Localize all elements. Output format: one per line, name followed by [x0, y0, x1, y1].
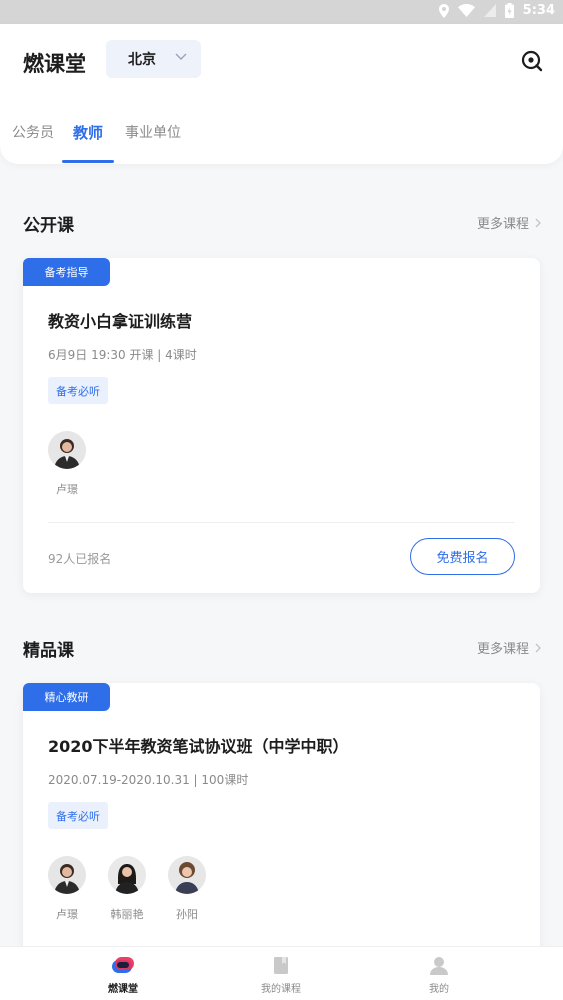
teacher-name: 韩丽艳: [110, 908, 144, 921]
wifi-icon: [457, 4, 475, 17]
teacher-name: 孙阳: [176, 908, 198, 921]
nav-label: 燃课堂: [108, 984, 138, 995]
course-badge: 精心教研: [23, 683, 110, 711]
divider: [48, 522, 515, 523]
more-courses-label: 更多课程: [476, 217, 529, 232]
chevron-down-icon: [175, 53, 187, 60]
nav-item-ranketang[interactable]: 燃课堂: [83, 955, 163, 995]
course-meta: 2020.07.19-2020.10.31 | 100课时: [48, 773, 249, 787]
more-courses-link-open[interactable]: 更多课程: [477, 213, 541, 232]
course-badge: 备考指导: [23, 258, 110, 286]
search-icon: [521, 50, 543, 72]
nav-label: 我的课程: [261, 984, 301, 995]
teacher[interactable]: 孙阳: [168, 856, 206, 922]
ranketang-icon: [112, 957, 134, 973]
course-card-open[interactable]: 备考指导 教资小白拿证训练营 6月9日 19:30 开课 | 4课时 备考必听 …: [23, 258, 540, 593]
chevron-right-icon: [535, 218, 541, 227]
nav-item-profile[interactable]: 我的: [399, 955, 479, 995]
teacher-avatar: [48, 856, 86, 894]
teacher[interactable]: 韩丽艳: [108, 856, 146, 922]
teacher-name: 卢璟: [56, 908, 78, 921]
teacher-avatar: [168, 856, 206, 894]
profile-icon: [430, 957, 448, 975]
more-courses-label: 更多课程: [476, 642, 529, 657]
bottom-navigation: 燃课堂 我的课程 我的: [0, 946, 563, 1000]
teacher-avatar: [108, 856, 146, 894]
my-courses-icon: [274, 957, 288, 974]
status-time: 5:34: [522, 3, 555, 18]
section-title-premium: 精品课: [23, 641, 74, 661]
course-card-premium[interactable]: 精心教研 2020下半年教资笔试协议班（中学中职） 2020.07.19-202…: [23, 683, 540, 973]
nav-label: 我的: [429, 984, 449, 995]
location-icon: [438, 3, 449, 18]
status-bar: 5:34: [0, 0, 563, 24]
tab-teacher[interactable]: 教师: [73, 122, 103, 143]
free-signup-button[interactable]: 免费报名: [410, 538, 515, 575]
course-tag: 备考必听: [48, 802, 108, 829]
tab-public-institution[interactable]: 事业单位: [125, 122, 181, 142]
chevron-right-icon: [535, 643, 541, 652]
app-title: 燃课堂: [23, 52, 86, 76]
city-selector[interactable]: 北京: [106, 40, 201, 78]
teacher-avatar: [48, 431, 86, 469]
section-title-open: 公开课: [23, 216, 74, 236]
teacher[interactable]: 卢璟: [48, 431, 86, 497]
teacher-name: 卢璟: [56, 483, 78, 496]
tab-civil-servant[interactable]: 公务员: [12, 122, 54, 142]
signal-icon: [483, 4, 496, 17]
city-label: 北京: [128, 52, 156, 68]
more-courses-link-premium[interactable]: 更多课程: [477, 638, 541, 657]
enroll-count: 92人已报名: [48, 552, 112, 566]
tab-active-indicator: [62, 160, 114, 163]
search-button[interactable]: [521, 50, 543, 76]
teacher[interactable]: 卢璟: [48, 856, 86, 922]
nav-item-my-courses[interactable]: 我的课程: [241, 955, 321, 995]
category-tabs: 公务员 教师 事业单位: [0, 120, 563, 164]
course-meta: 6月9日 19:30 开课 | 4课时: [48, 348, 197, 362]
course-tag: 备考必听: [48, 377, 108, 404]
header: 燃课堂 北京 公务员 教师 事业单位: [0, 24, 563, 164]
battery-icon: [504, 3, 514, 18]
course-title: 2020下半年教资笔试协议班（中学中职）: [48, 737, 349, 756]
course-title: 教资小白拿证训练营: [48, 312, 193, 331]
